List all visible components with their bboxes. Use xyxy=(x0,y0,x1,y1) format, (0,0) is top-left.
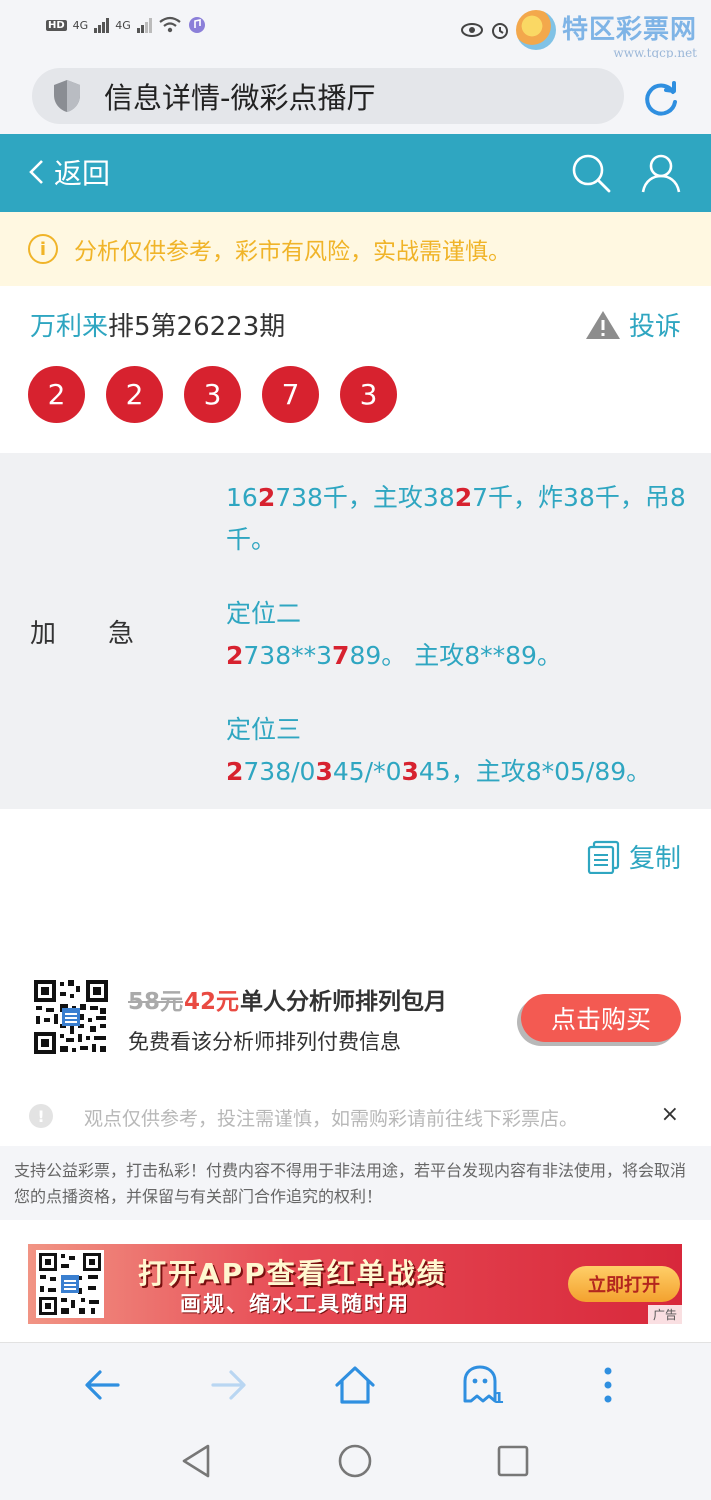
highlight-digit: 7 xyxy=(332,641,350,670)
text-span: 738**3 xyxy=(243,641,333,670)
status-bar: HD 4G 4G 特区彩票网 www.tqcp.net xyxy=(0,0,711,60)
banner-headline: 打开APP查看红单战绩 xyxy=(138,1257,447,1290)
qr-code xyxy=(32,978,110,1056)
copy-label: 复制 xyxy=(628,844,681,874)
complain-label: 投诉 xyxy=(628,312,681,342)
page-title: 信息详情-微彩点播厅 xyxy=(104,81,376,115)
complain-button[interactable]: 投诉 xyxy=(585,306,681,343)
hd-badge: HD xyxy=(46,19,67,31)
shield-icon xyxy=(54,80,80,112)
tabs-button[interactable]: 1 xyxy=(460,1363,504,1407)
status-right: 特区彩票网 xyxy=(460,10,697,50)
alarm-icon xyxy=(491,23,508,39)
banner-subline: 画规、缩水工具随时用 xyxy=(180,1292,410,1316)
info-icon: ! xyxy=(29,1104,53,1128)
content-paragraph-2: 定位二 2738**3789。 主攻8**89。 xyxy=(226,593,696,677)
highlight-digit: 3 xyxy=(401,757,419,786)
section-title: 定位二 xyxy=(226,599,302,628)
browser-address-bar: 信息详情-微彩点播厅 xyxy=(0,58,711,134)
warning-icon xyxy=(585,310,620,339)
tip-text: 观点仅供参考，投注需谨慎，如需购彩请前往线下彩票店。 xyxy=(84,1108,579,1130)
post-title: 万利来排5第26223期 xyxy=(30,306,285,343)
back-label: 返回 xyxy=(54,157,111,190)
tab-count: 1 xyxy=(493,1389,504,1407)
watermark-logo xyxy=(515,10,556,50)
text-span: 89。 主攻8**89。 xyxy=(349,641,562,670)
result-balls: 2 2 3 7 3 xyxy=(28,366,397,423)
highlight-digit: 2 xyxy=(226,641,244,670)
browser-toolbar: 1 xyxy=(0,1342,711,1422)
signal-icon xyxy=(94,17,110,33)
highlight-digit: 2 xyxy=(226,757,244,786)
info-icon: i xyxy=(28,234,58,264)
content-label: 加急 xyxy=(30,619,187,649)
user-icon[interactable] xyxy=(640,152,682,194)
issue-label: 排5第26223期 xyxy=(108,312,286,342)
nav-back-icon[interactable] xyxy=(178,1442,216,1480)
text-span: 738千，主攻38 xyxy=(275,483,455,512)
back-arrow-icon[interactable] xyxy=(80,1363,124,1407)
address-field[interactable]: 信息详情-微彩点播厅 xyxy=(32,68,624,124)
section-title: 定位三 xyxy=(226,715,302,744)
buy-button[interactable]: 点击购买 xyxy=(521,994,681,1042)
signal-icon-2 xyxy=(136,17,152,33)
highlight-digit: 3 xyxy=(315,757,333,786)
search-icon[interactable] xyxy=(570,152,612,194)
content-paragraph-1: 162738千，主攻3827千，炸38千，吊8千。 xyxy=(226,477,696,561)
network-label-2: 4G xyxy=(115,18,131,32)
result-ball: 2 xyxy=(28,366,85,423)
risk-notice: i 分析仅供参考，彩市有风险，实战需谨慎。 xyxy=(0,212,711,286)
ad-badge: 广告 xyxy=(647,1305,682,1324)
highlight-digit: 2 xyxy=(257,483,276,512)
nav-home-icon[interactable] xyxy=(336,1442,374,1480)
old-price: 58元 xyxy=(128,989,184,1015)
analyst-name[interactable]: 万利来 xyxy=(30,312,108,342)
content-paragraph-3: 定位三 2738/0345/*0345，主攻8*05/89。 xyxy=(226,709,696,793)
content-block: 加急 162738千，主攻3827千，炸38千，吊8千。 定位二 2738**37… xyxy=(0,453,711,809)
text-span: 738/0 xyxy=(243,757,316,786)
purchase-section: 58元 42元 单人分析师排列包月 免费看该分析师排列付费信息 点击购买 xyxy=(0,974,711,1064)
highlight-digit: 2 xyxy=(454,483,473,512)
refresh-icon[interactable] xyxy=(641,78,681,118)
watermark-text: 特区彩票网 xyxy=(561,15,697,45)
copy-button[interactable]: 复制 xyxy=(587,838,681,875)
result-ball: 2 xyxy=(106,366,163,423)
new-price: 42元 xyxy=(184,989,240,1015)
nav-recents-icon[interactable] xyxy=(494,1442,532,1480)
copy-icon xyxy=(587,840,620,874)
content-body: 162738千，主攻3827千，炸38千，吊8千。 定位二 2738**3789。… xyxy=(226,477,696,825)
back-button[interactable]: 返回 xyxy=(28,152,110,192)
result-ball: 3 xyxy=(184,366,241,423)
result-ball: 3 xyxy=(340,366,397,423)
status-indicators: HD 4G 4G xyxy=(46,16,206,34)
text-span: 16 xyxy=(226,483,258,512)
qr-code xyxy=(36,1250,104,1318)
notice-text: 分析仅供参考，彩市有风险，实战需谨慎。 xyxy=(74,239,511,265)
more-icon[interactable] xyxy=(586,1363,630,1407)
plan-subtitle: 免费看该分析师排列付费信息 xyxy=(128,1030,401,1054)
app-banner-ad[interactable]: 打开APP查看红单战绩 画规、缩水工具随时用 立即打开 广告 xyxy=(28,1244,682,1324)
text-span: 45/*0 xyxy=(332,757,402,786)
close-icon[interactable]: × xyxy=(661,1102,679,1127)
eye-icon xyxy=(460,23,483,37)
chevron-left-icon xyxy=(29,160,43,184)
result-ball: 7 xyxy=(262,366,319,423)
tip-bar: ! 观点仅供参考，投注需谨慎，如需购彩请前往线下彩票店。 × xyxy=(0,1096,711,1136)
text-span: 45，主攻8*05/89。 xyxy=(418,757,652,786)
plan-title: 单人分析师排列包月 xyxy=(240,989,447,1015)
system-nav-bar xyxy=(0,1422,711,1500)
app-header: 返回 xyxy=(0,134,711,212)
wifi-icon xyxy=(159,16,181,33)
home-icon[interactable] xyxy=(333,1363,377,1407)
disclaimer-text: 支持公益彩票，打击私彩！付费内容不得用于非法用途，若平台发现内容有非法使用，将会… xyxy=(0,1146,711,1220)
open-app-button[interactable]: 立即打开 xyxy=(568,1266,680,1302)
music-icon xyxy=(188,17,205,33)
network-label-1: 4G xyxy=(72,18,89,32)
forward-arrow-icon[interactable] xyxy=(207,1363,251,1407)
